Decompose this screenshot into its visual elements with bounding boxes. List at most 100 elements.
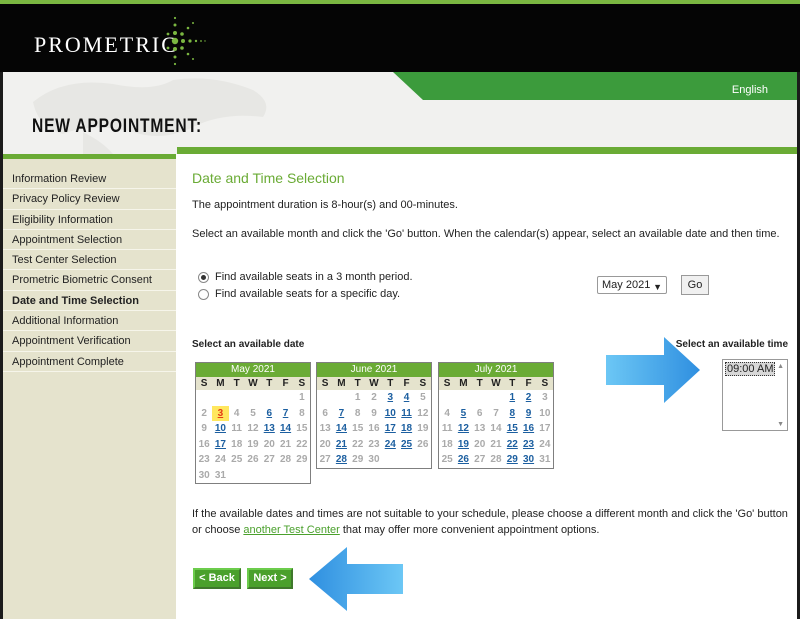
calendar-day-available[interactable]: 3 — [382, 390, 398, 406]
calendar-empty-cell — [261, 390, 277, 406]
calendar-day-available[interactable]: 22 — [504, 437, 520, 453]
calendar-day: 20 — [319, 438, 331, 450]
chevron-down-icon: ▼ — [653, 282, 662, 292]
calendar-empty-cell — [245, 390, 261, 406]
calendar-day-available[interactable]: 8 — [504, 406, 520, 422]
go-button[interactable]: Go — [681, 275, 709, 295]
calendar-empty-cell — [317, 390, 333, 406]
sidebar-item[interactable]: Date and Time Selection — [3, 291, 176, 312]
time-option[interactable]: 09:00 AM — [725, 362, 775, 376]
calendar-day-available[interactable]: 16 — [520, 421, 536, 437]
calendar-day-available[interactable]: 29 — [504, 452, 520, 468]
calendar-day-available[interactable]: 7 — [333, 406, 349, 422]
calendar-day-available[interactable]: 19 — [455, 437, 471, 453]
calendar-day-available[interactable]: 14 — [333, 421, 349, 437]
calendar-empty-cell — [261, 468, 277, 484]
weekday-header: F — [277, 377, 294, 390]
calendar-day-available[interactable]: 21 — [333, 437, 349, 453]
sidebar-item[interactable]: Appointment Complete — [3, 352, 176, 372]
back-button[interactable]: < Back — [193, 568, 241, 589]
calendar-day-available[interactable]: 13 — [261, 421, 277, 437]
radio-specific-day[interactable] — [198, 288, 209, 300]
calendar-day: 23 — [368, 438, 380, 450]
calendar-day: 12 — [247, 423, 259, 435]
radio-3month[interactable] — [198, 271, 209, 283]
calendar-day-available[interactable]: 5 — [455, 406, 471, 422]
calendar-day-available[interactable]: 24 — [382, 437, 398, 453]
calendar-day-available[interactable]: 18 — [398, 421, 414, 437]
calendar-empty-cell — [229, 390, 245, 406]
language-link[interactable]: English — [732, 84, 768, 96]
sidebar-item[interactable]: Appointment Verification — [3, 331, 176, 352]
calendar-day: 25 — [441, 454, 453, 466]
help-text-part-2: that may offer more convenient appointme… — [339, 524, 600, 536]
calendar-empty-cell — [472, 390, 488, 406]
sidebar-item[interactable]: Information Review — [3, 169, 176, 190]
calendar-day-available[interactable]: 2 — [520, 390, 536, 406]
calendar-day: 14 — [490, 423, 502, 435]
calendar-day-available[interactable]: 15 — [504, 421, 520, 437]
month-calendar: June 2021 S M T W T F S 1 2 3 4 5 6 7 8 9 10 11 12 13 14 15 16 1… — [316, 362, 432, 469]
calendar-day: 31 — [539, 454, 551, 466]
calendar-month-title: June 2021 — [317, 363, 431, 377]
calendar-day-available[interactable]: 4 — [398, 390, 414, 406]
next-button[interactable]: Next > — [247, 568, 293, 589]
sidebar-item[interactable]: Eligibility Information — [3, 210, 176, 230]
calendar-empty-cell — [277, 468, 293, 484]
sidebar-item[interactable]: Additional Information — [3, 311, 176, 332]
weekday-header: S — [439, 377, 456, 390]
calendar-day: 31 — [214, 469, 226, 481]
calendar-day: 9 — [371, 407, 377, 419]
weekday-header: W — [244, 377, 262, 390]
calendar-day: 5 — [420, 392, 426, 404]
calendar-day-selected[interactable]: 3 — [212, 405, 229, 421]
radio-3month-label: Find available seats in a 3 month period… — [215, 271, 413, 283]
calendar-day: 19 — [247, 438, 259, 450]
calendar-day-available[interactable]: 7 — [277, 406, 293, 422]
sidebar-item[interactable]: Appointment Selection — [3, 230, 176, 251]
calendar-day: 1 — [299, 392, 305, 404]
calendar-day: 30 — [198, 469, 210, 481]
sidebar-item[interactable]: Prometric Biometric Consent — [3, 270, 176, 291]
calendar-day-available[interactable]: 30 — [520, 452, 536, 468]
calendar-day-available[interactable]: 23 — [520, 437, 536, 453]
calendar-day: 16 — [198, 438, 210, 450]
calendar-day-available[interactable]: 6 — [261, 406, 277, 422]
sidebar-item[interactable]: Privacy Policy Review — [3, 189, 176, 210]
calendar-day: 4 — [233, 407, 240, 419]
calendar-empty-cell — [382, 452, 398, 468]
time-listbox[interactable]: 09:00 AM ▲ ▼ — [722, 359, 788, 431]
calendar-day-available[interactable]: 25 — [398, 437, 414, 453]
month-select[interactable]: May 2021 ▼ — [597, 276, 667, 294]
calendar-day: 28 — [279, 454, 292, 466]
calendar-day-available[interactable]: 17 — [382, 421, 398, 437]
calendar-day-available[interactable]: 14 — [277, 421, 293, 437]
calendar-day-available[interactable]: 28 — [333, 452, 349, 468]
calendar-day-available[interactable]: 10 — [212, 421, 228, 437]
calendar-day-available[interactable]: 10 — [382, 406, 398, 422]
scroll-down-icon[interactable]: ▼ — [777, 421, 784, 428]
weekday-header: S — [293, 377, 310, 390]
weekday-header: S — [414, 377, 431, 390]
another-test-center-link[interactable]: another Test Center — [243, 524, 339, 536]
scroll-up-icon[interactable]: ▲ — [777, 363, 784, 370]
calendar-day-available[interactable]: 17 — [212, 437, 228, 453]
calendar-day-available[interactable]: 9 — [520, 406, 536, 422]
weekday-header: T — [261, 377, 278, 390]
calendar-day: 19 — [417, 423, 429, 435]
calendar-day-available[interactable]: 1 — [504, 390, 520, 406]
calendar-day-available[interactable]: 11 — [398, 406, 414, 422]
select-date-label: Select an available date — [192, 339, 305, 350]
calendar-day-available[interactable]: 12 — [455, 421, 471, 437]
calendar-day: 21 — [490, 438, 502, 450]
radio-3month-option[interactable]: Find available seats in a 3 month period… — [198, 269, 413, 285]
sidebar-item[interactable]: Test Center Selection — [3, 250, 176, 271]
weekday-header: T — [504, 377, 521, 390]
calendar-day-available[interactable]: 26 — [455, 452, 471, 468]
prometric-logo[interactable]: PROMETRIC — [34, 32, 178, 58]
weekday-header: F — [520, 377, 537, 390]
instructions-text: Select an available month and click the … — [192, 228, 780, 240]
radio-specific-option[interactable]: Find available seats for a specific day. — [198, 286, 400, 302]
calendar-day: 28 — [490, 454, 502, 466]
weekday-header: W — [365, 377, 383, 390]
